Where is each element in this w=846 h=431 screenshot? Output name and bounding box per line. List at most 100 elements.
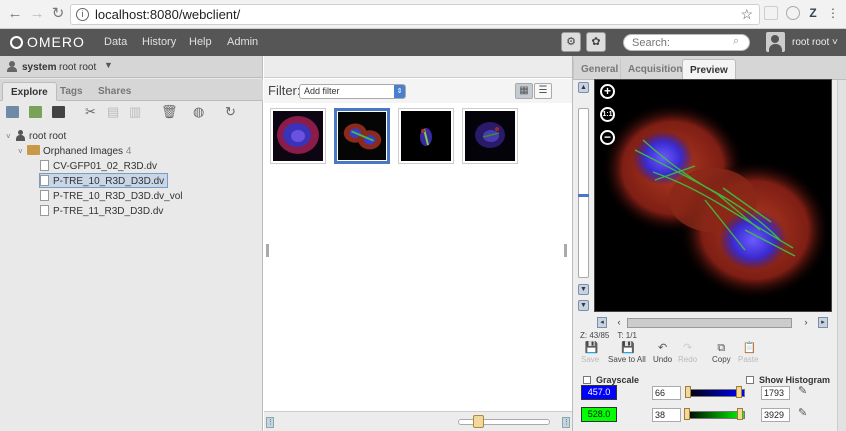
activities-icon[interactable]: ✿ xyxy=(586,32,606,52)
back-icon[interactable]: ← xyxy=(6,5,24,23)
new-dataset-icon[interactable] xyxy=(29,106,42,118)
bookmark-star-icon[interactable]: ☆ xyxy=(740,6,753,23)
menu-admin[interactable]: Admin xyxy=(227,36,258,48)
channel-start-input[interactable]: 38 xyxy=(652,408,681,422)
channel-end-handle[interactable] xyxy=(736,386,743,398)
thumbnail-view-button[interactable]: ▦ xyxy=(515,83,533,99)
group-user-bar[interactable]: system root root ▼ xyxy=(0,56,262,78)
grayscale-checkbox[interactable] xyxy=(583,376,591,384)
channel-toggle-button[interactable]: 457.0 xyxy=(581,385,617,400)
tab-explore[interactable]: Explore xyxy=(2,82,57,101)
thumbnail-size-slider[interactable] xyxy=(458,419,550,425)
zoom-in-icon[interactable]: + xyxy=(600,84,615,99)
tree-image-node[interactable]: CV-GFP01_02_R3D.dv xyxy=(40,159,157,174)
channel-end-handle[interactable] xyxy=(737,408,744,420)
scripts-icon[interactable]: ⚙ xyxy=(561,32,581,52)
footer-right-nub[interactable]: ⋮ xyxy=(562,417,570,428)
right-panel-scrollbar[interactable] xyxy=(837,80,846,431)
left-splitter-handle[interactable] xyxy=(266,244,269,257)
refresh-icon[interactable]: ↻ xyxy=(225,104,236,120)
t-prev-icon[interactable]: ‹ xyxy=(614,317,624,328)
extension-z-icon[interactable]: Z xyxy=(806,6,820,20)
user-menu[interactable]: root root ˅ xyxy=(792,37,838,48)
tree-image-node-selected[interactable]: P-TRE_10_R3D_D3D.dv xyxy=(39,173,169,188)
channel-start-handle[interactable] xyxy=(683,408,690,420)
chevron-down-icon[interactable]: ▼ xyxy=(104,60,113,70)
new-project-icon[interactable] xyxy=(6,106,19,118)
logo-text: OMERO xyxy=(27,34,85,50)
thumbnail[interactable] xyxy=(398,108,454,164)
color-picker-icon[interactable]: ✎ xyxy=(798,407,809,420)
channel-range-slider[interactable] xyxy=(686,411,745,419)
browser-menu-icon[interactable]: ⋮ xyxy=(826,6,840,20)
filter-select[interactable]: Add filter ⇕ xyxy=(299,84,406,99)
menu-help[interactable]: Help xyxy=(189,36,212,48)
image-viewport[interactable]: + 1:1 − xyxy=(594,79,832,312)
tab-shares[interactable]: Shares xyxy=(90,82,139,101)
tree-image-node[interactable]: P-TRE_10_R3D_D3D.dv_vol xyxy=(40,189,183,204)
undo-button[interactable]: ↶ Undo xyxy=(653,343,672,365)
address-bar[interactable]: i localhost:8080/webclient/ ☆ xyxy=(70,4,760,25)
copy-icon[interactable]: ▤ xyxy=(107,104,119,120)
reload-icon[interactable]: ↻ xyxy=(49,5,67,23)
menu-data[interactable]: Data xyxy=(104,36,127,48)
zoom-reset-icon[interactable]: 1:1 xyxy=(600,107,615,122)
thumbnail[interactable] xyxy=(462,108,518,164)
expand-toggle-icon[interactable]: ˅ xyxy=(6,129,15,144)
save-to-all-button[interactable]: 💾 Save to All xyxy=(608,342,646,365)
thumbnail[interactable] xyxy=(270,108,326,164)
delete-icon[interactable]: 🗑 xyxy=(161,104,178,120)
paste-button[interactable]: 📋 Paste xyxy=(738,343,758,365)
save-icon: 💾 xyxy=(621,342,636,354)
t-last-icon[interactable]: ▸ xyxy=(818,317,828,328)
right-splitter-handle[interactable] xyxy=(564,244,567,257)
search-icon[interactable]: ⌕ xyxy=(733,35,739,48)
paste-icon[interactable]: ▥ xyxy=(129,104,141,120)
menu-history[interactable]: History xyxy=(142,36,176,48)
show-histogram-checkbox[interactable] xyxy=(746,376,754,384)
extension-circle-icon[interactable] xyxy=(786,6,800,20)
cut-icon[interactable]: ✂ xyxy=(85,104,96,120)
omero-logo[interactable]: OMERO xyxy=(10,34,85,50)
expand-toggle-icon[interactable]: ˅ xyxy=(18,144,27,159)
tab-acquisition[interactable]: Acquisition xyxy=(620,59,689,80)
color-picker-icon[interactable]: ✎ xyxy=(798,385,809,398)
avatar[interactable] xyxy=(766,32,785,52)
channel-start-handle[interactable] xyxy=(684,386,691,398)
z-slider[interactable] xyxy=(578,108,589,278)
channel-end-input[interactable]: 1793 xyxy=(761,386,790,400)
tree-user-node[interactable]: ˅ root root xyxy=(6,129,66,144)
extension-icon[interactable] xyxy=(764,6,778,20)
zoom-out-icon[interactable]: − xyxy=(600,130,615,145)
new-folder-icon[interactable] xyxy=(52,106,65,118)
thumbnail-size-slider-handle[interactable] xyxy=(473,415,484,428)
t-next-icon[interactable]: › xyxy=(801,317,811,328)
copy-button[interactable]: ⧉ Copy xyxy=(712,343,731,365)
tree-image-label: CV-GFP01_02_R3D.dv xyxy=(53,161,157,172)
z-down-arrow-icon[interactable]: ▼ xyxy=(578,284,589,295)
t-first-icon[interactable]: ◂ xyxy=(597,317,607,328)
tree-folder-node[interactable]: ˅ Orphaned Images 4 xyxy=(18,144,131,159)
z-down-arrow-icon[interactable]: ▼ xyxy=(578,300,589,311)
info-icon[interactable]: i xyxy=(76,8,89,21)
tab-tags[interactable]: Tags xyxy=(52,82,91,101)
search-input[interactable] xyxy=(623,34,750,51)
thumbnail-selected[interactable] xyxy=(334,108,390,164)
t-slider[interactable] xyxy=(627,318,792,328)
channel-end-input[interactable]: 3929 xyxy=(761,408,790,422)
redo-button[interactable]: ↷ Redo xyxy=(678,343,697,365)
tab-general[interactable]: General xyxy=(573,59,625,80)
tab-preview[interactable]: Preview xyxy=(682,59,736,80)
channel-start-input[interactable]: 66 xyxy=(652,386,681,400)
channel-toggle-button[interactable]: 528.0 xyxy=(581,407,617,422)
tree-image-node[interactable]: P-TRE_11_R3D_D3D.dv xyxy=(40,204,163,219)
footer-left-nub[interactable]: ⋮ xyxy=(266,417,274,428)
forward-icon[interactable]: → xyxy=(28,5,46,23)
z-slider-handle[interactable] xyxy=(578,194,589,197)
share-globe-icon[interactable]: ◍ xyxy=(193,104,204,120)
z-up-arrow-icon[interactable]: ▲ xyxy=(578,82,589,93)
save-button[interactable]: 💾 Save xyxy=(581,343,599,365)
channel-row: 457.0 66 1793 ✎ xyxy=(573,385,846,402)
list-view-button[interactable]: ☰ xyxy=(534,83,552,99)
url-text[interactable]: localhost:8080/webclient/ xyxy=(95,7,240,22)
